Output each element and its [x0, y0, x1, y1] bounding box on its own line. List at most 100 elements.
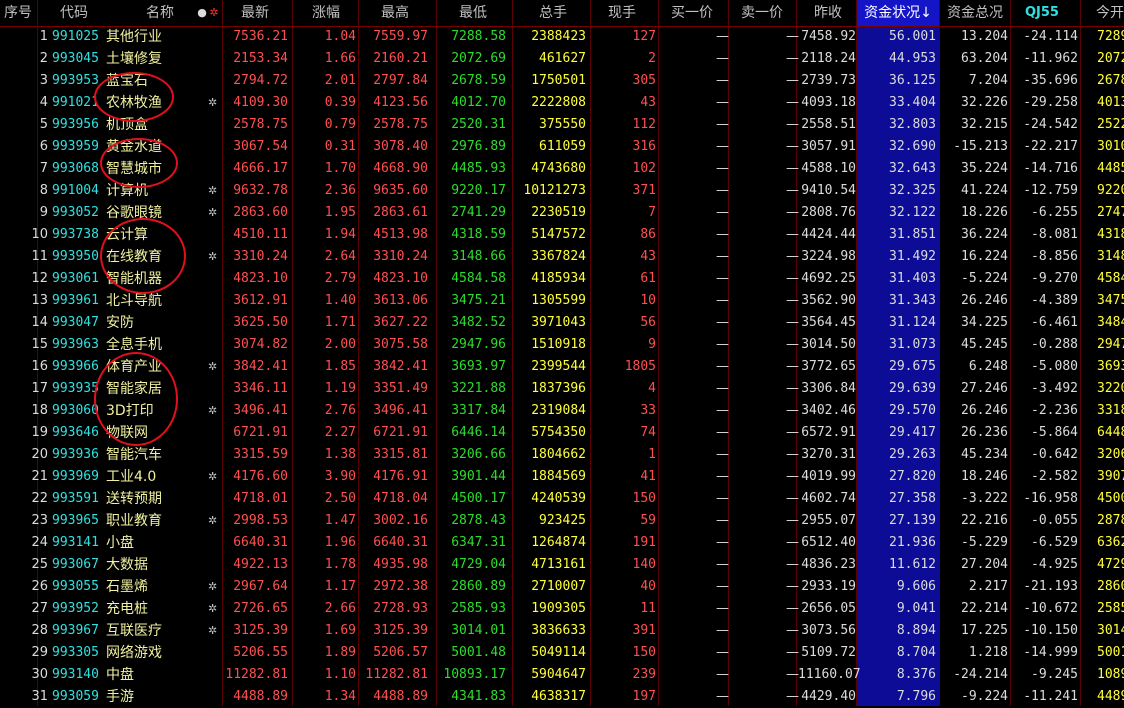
table-row[interactable]: 7 993068 智慧城市 4666.17 1.70 4668.90 4485.93 4743… [0, 158, 1124, 180]
row-change: 2.27 [324, 425, 356, 440]
row-current: 61 [640, 271, 656, 286]
row-fund-total: -15.213 [953, 139, 1008, 154]
table-row[interactable]: 26 993055 石墨烯 ✲ 2967.64 1.17 2972.38 2860.89 271… [0, 576, 1124, 598]
row-latest: 2998.53 [233, 513, 288, 528]
row-low: 4341.83 [451, 689, 506, 704]
table-row[interactable]: 31 993059 手游 4488.89 1.34 4488.89 4341.83 46383… [0, 686, 1124, 708]
row-low: 2860.89 [451, 579, 506, 594]
row-today: 4584 [1097, 271, 1124, 286]
table-row[interactable]: 13 993961 北斗导航 3612.91 1.40 3613.06 3475.21 130… [0, 290, 1124, 312]
row-fund-total: 26.246 [961, 293, 1008, 308]
row-high: 11282.81 [365, 667, 428, 682]
row-fund-total: 22.216 [961, 513, 1008, 528]
row-volume: 5049114 [531, 645, 586, 660]
table-row[interactable]: 19 993646 物联网 6721.91 2.27 6721.91 6446.14 5754… [0, 422, 1124, 444]
header-volume[interactable]: 总手 [518, 0, 588, 26]
header-change[interactable]: 涨幅 [296, 0, 356, 26]
row-prev: 2118.24 [801, 51, 856, 66]
table-row[interactable]: 8 991004 计算机 ✲ 9632.78 2.36 9635.60 9220.17 1012… [0, 180, 1124, 202]
table-row[interactable]: 16 993966 体育产业 ✲ 3842.41 1.85 3842.41 3693.97 23… [0, 356, 1124, 378]
row-high: 6640.31 [373, 535, 428, 550]
header-bid[interactable]: 买一价 [660, 0, 724, 26]
row-code: 991021 [52, 95, 99, 110]
row-seq: 4 [39, 95, 48, 110]
header-fund-status[interactable]: 资金状况↓ [857, 0, 939, 26]
header-low[interactable]: 最低 [440, 0, 506, 26]
table-row[interactable]: 27 993952 充电桩 ✲ 2726.65 2.66 2728.93 2585.93 190… [0, 598, 1124, 620]
table-row[interactable]: 11 993950 在线教育 ✲ 3310.24 2.64 3310.24 3148.66 33… [0, 246, 1124, 268]
row-name: 职业教育 [106, 513, 162, 529]
table-row[interactable]: 20 993936 智能汽车 3315.59 1.38 3315.81 3206.66 180… [0, 444, 1124, 466]
table-row[interactable]: 24 993141 小盘 6640.31 1.96 6640.31 6347.31 12648… [0, 532, 1124, 554]
table-row[interactable]: 23 993965 职业教育 ✲ 2998.53 1.47 3002.16 2878.43 92… [0, 510, 1124, 532]
row-code: 993961 [52, 293, 99, 308]
table-row[interactable]: 30 993140 中盘 11282.81 1.10 11282.81 10893.17 59… [0, 664, 1124, 686]
row-ask: — [786, 205, 799, 220]
row-today: 3010 [1097, 139, 1124, 154]
header-flag-star[interactable]: ✲ [208, 0, 220, 26]
table-row[interactable]: 15 993963 全息手机 3074.82 2.00 3075.58 2947.96 151… [0, 334, 1124, 356]
header-fund-total[interactable]: 资金总况 [940, 0, 1010, 26]
row-prev: 2656.05 [801, 601, 856, 616]
table-row[interactable]: 21 993969 工业4.0 ✲ 4176.60 3.90 4176.91 3901.44 1… [0, 466, 1124, 488]
table-row[interactable]: 9 993052 谷歌眼镜 ✲ 2863.60 1.95 2863.61 2741.29 223… [0, 202, 1124, 224]
row-latest: 2726.65 [233, 601, 288, 616]
header-name[interactable]: 名称 [130, 0, 190, 26]
table-row[interactable]: 29 993305 网络游戏 5206.55 1.89 5206.57 5001.48 504… [0, 642, 1124, 664]
row-name: 智慧城市 [106, 161, 162, 177]
row-high: 2160.21 [373, 51, 428, 66]
header-ask[interactable]: 卖一价 [730, 0, 794, 26]
table-row[interactable]: 28 993967 互联医疗 ✲ 3125.39 1.69 3125.39 3014.01 38… [0, 620, 1124, 642]
header-prev[interactable]: 昨收 [798, 0, 858, 26]
table-row[interactable]: 3 993953 蓝宝石 2794.72 2.01 2797.84 2678.59 17505… [0, 70, 1124, 92]
row-volume: 3836633 [531, 623, 586, 638]
table-row[interactable]: 1 991025 其他行业 7536.21 1.04 7559.97 7288.58 2388… [0, 26, 1124, 48]
row-latest: 4109.30 [233, 95, 288, 110]
row-volume: 5147572 [531, 227, 586, 242]
row-name: 其他行业 [106, 29, 162, 45]
row-latest: 4823.10 [233, 271, 288, 286]
header-qj55[interactable]: QJ55 [1012, 0, 1072, 26]
row-today: 7289 [1097, 29, 1124, 44]
row-seq: 19 [31, 425, 48, 440]
row-change: 1.17 [324, 579, 356, 594]
table-row[interactable]: 22 993591 送转预期 4718.01 2.50 4718.04 4500.17 424… [0, 488, 1124, 510]
table-row[interactable]: 17 993935 智能家居 3346.11 1.19 3351.49 3221.88 183… [0, 378, 1124, 400]
header-latest[interactable]: 最新 [222, 0, 288, 26]
header-today[interactable]: 今开 [1080, 0, 1124, 26]
row-current: 150 [632, 645, 656, 660]
row-code: 993140 [52, 667, 99, 682]
row-low: 2585.93 [451, 601, 506, 616]
row-name: 小盘 [106, 535, 134, 551]
row-high: 2797.84 [373, 73, 428, 88]
header-current[interactable]: 现手 [592, 0, 652, 26]
row-flag-icon: ✲ [208, 624, 218, 637]
table-row[interactable]: 4 991021 农林牧渔 ✲ 4109.30 0.39 4123.56 4012.70 222… [0, 92, 1124, 114]
row-code: 993591 [52, 491, 99, 506]
header-code[interactable]: 代码 [44, 0, 104, 26]
table-row[interactable]: 25 993067 大数据 4922.13 1.78 4935.98 4729.04 4713… [0, 554, 1124, 576]
table-row[interactable]: 10 993738 云计算 4510.11 1.94 4513.98 4318.59 5147… [0, 224, 1124, 246]
row-high: 4823.10 [373, 271, 428, 286]
table-row[interactable]: 14 993047 安防 3625.50 1.71 3627.22 3482.52 39710… [0, 312, 1124, 334]
row-change: 2.50 [324, 491, 356, 506]
table-row[interactable]: 5 993956 机顶盒 2578.75 0.79 2578.75 2520.31 37555… [0, 114, 1124, 136]
row-fund-status: 32.803 [889, 117, 936, 132]
row-low: 4318.59 [451, 227, 506, 242]
table-row[interactable]: 6 993959 黄金水道 3067.54 0.31 3078.40 2976.89 6110… [0, 136, 1124, 158]
row-code: 993052 [52, 205, 99, 220]
header-high[interactable]: 最高 [362, 0, 428, 26]
header-flag-dot[interactable]: ● [196, 0, 208, 26]
row-change: 0.39 [324, 95, 356, 110]
row-name: 农林牧渔 [106, 95, 162, 111]
table-row[interactable]: 18 993060 3D打印 ✲ 3496.41 2.76 3496.41 3317.84 23… [0, 400, 1124, 422]
row-high: 4488.89 [373, 689, 428, 704]
header-seq[interactable]: 序号 [0, 0, 36, 26]
table-row[interactable]: 12 993061 智能机器 4823.10 2.79 4823.10 4584.58 418… [0, 268, 1124, 290]
row-seq: 28 [31, 623, 48, 638]
row-high: 3496.41 [373, 403, 428, 418]
table-row[interactable]: 2 993045 土壤修复 2153.34 1.66 2160.21 2072.69 4616… [0, 48, 1124, 70]
row-today: 3148 [1097, 249, 1124, 264]
row-change: 2.64 [324, 249, 356, 264]
row-code: 993959 [52, 139, 99, 154]
